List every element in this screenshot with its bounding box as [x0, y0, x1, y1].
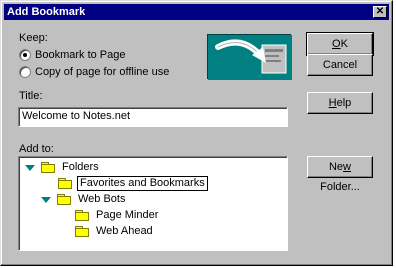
title-label: Title: — [19, 90, 43, 102]
radio-bookmark-to-page-label: Bookmark to Page — [35, 48, 126, 61]
tree-node-label: Page Minder — [96, 209, 159, 221]
title-input[interactable]: Welcome to Notes.net — [18, 107, 288, 127]
expanded-triangle-icon[interactable] — [41, 196, 51, 203]
folder-tree[interactable]: Folders Favorites and Bookmarks Web Bots… — [18, 156, 288, 251]
close-button[interactable]: ✕ — [373, 6, 387, 18]
bookmark-arrow-illustration — [207, 34, 292, 80]
window-title: Add Bookmark — [7, 6, 86, 18]
new-folder-accel: w — [343, 161, 351, 173]
new-folder-label-pre: Ne — [328, 161, 344, 173]
tree-node-label: Web Ahead — [96, 225, 153, 237]
radio-copy-offline-control[interactable] — [19, 65, 31, 78]
tree-node-folders[interactable]: Folders — [25, 160, 101, 175]
ok-button-label: K — [340, 38, 348, 50]
radio-copy-offline-label: Copy of page for offline use — [35, 65, 170, 78]
radio-bookmark-to-page-control[interactable] — [19, 48, 31, 61]
add-to-label: Add to: — [19, 143, 54, 155]
cancel-button-label: Cancel — [322, 59, 358, 71]
tree-node-label: Web Bots — [78, 193, 126, 205]
help-button-label: elp — [336, 97, 352, 109]
tree-node-favorites-and-bookmarks[interactable]: Favorites and Bookmarks — [58, 176, 208, 191]
help-button[interactable]: Help — [307, 92, 373, 114]
tree-node-web-bots[interactable]: Web Bots — [41, 192, 128, 207]
cancel-button[interactable]: Cancel — [307, 54, 373, 76]
radio-bookmark-to-page[interactable]: Bookmark to Page — [19, 48, 126, 61]
ok-button[interactable]: OK — [306, 32, 374, 56]
expanded-triangle-icon[interactable] — [25, 164, 35, 171]
ok-button-accel: O — [332, 38, 341, 50]
tree-node-label: Folders — [62, 161, 99, 173]
bookmark-arrow-icon — [208, 35, 292, 80]
folder-icon — [58, 178, 72, 189]
help-button-accel: H — [328, 97, 337, 109]
new-folder-button[interactable]: New Folder... — [307, 156, 373, 193]
folder-icon — [41, 162, 55, 173]
add-bookmark-dialog: Add Bookmark ✕ Keep: Bookmark to Page Co… — [0, 0, 393, 266]
tree-node-page-minder[interactable]: Page Minder — [75, 208, 160, 223]
radio-copy-offline[interactable]: Copy of page for offline use — [19, 65, 169, 78]
tree-node-label: Favorites and Bookmarks — [77, 176, 208, 191]
close-icon: ✕ — [375, 6, 385, 17]
title-bar: Add Bookmark ✕ — [4, 4, 389, 20]
new-folder-label-post: Folder... — [320, 181, 360, 193]
keep-label: Keep: — [19, 32, 48, 44]
folder-icon — [75, 210, 89, 221]
folder-icon — [57, 194, 71, 205]
tree-node-web-ahead[interactable]: Web Ahead — [75, 224, 155, 239]
folder-icon — [75, 226, 89, 237]
